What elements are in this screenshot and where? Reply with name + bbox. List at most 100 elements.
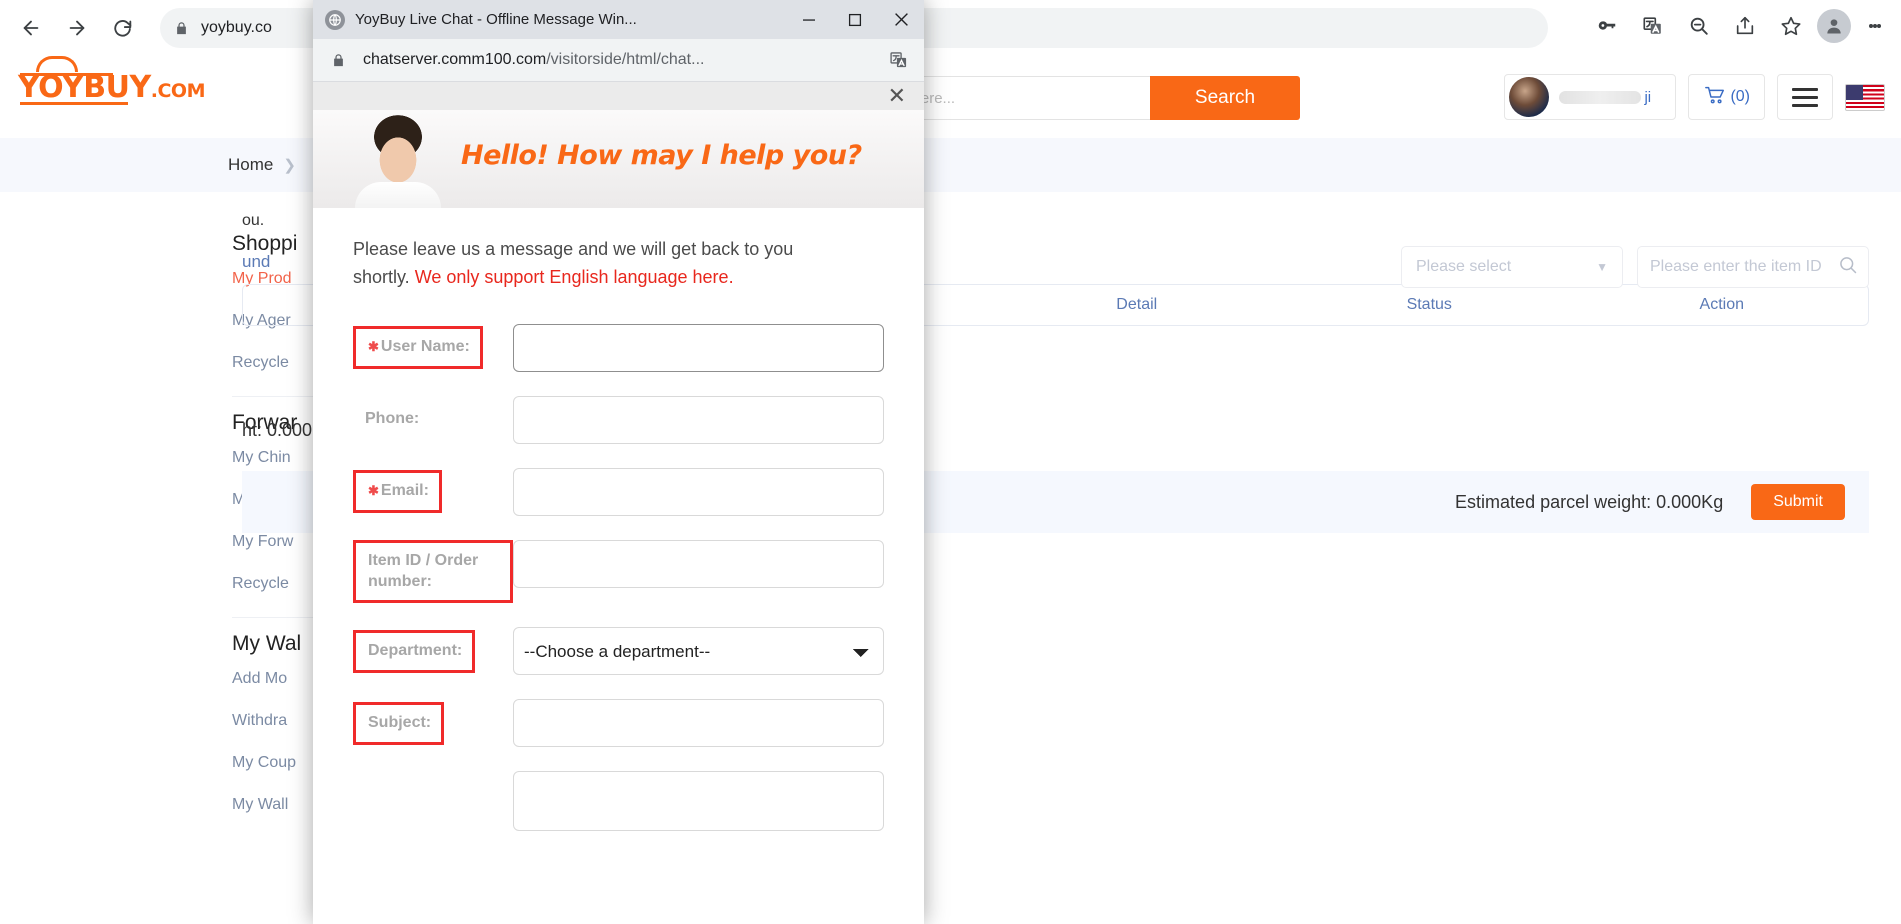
maximize-icon[interactable] — [832, 0, 878, 39]
cart-button[interactable]: (0) — [1688, 74, 1765, 120]
globe-icon — [325, 9, 345, 30]
label-wrap — [353, 771, 513, 819]
close-icon[interactable] — [878, 0, 924, 39]
sidebar: Shoppi My Prod My Ager Recycle Forwar My… — [0, 192, 392, 838]
address-bar-text: yoybuy.co — [201, 19, 272, 36]
popup-close-row: ✕ — [313, 82, 924, 110]
field-row-message — [353, 771, 884, 832]
close-icon[interactable]: ✕ — [888, 85, 906, 107]
required-star-icon: ✱ — [368, 339, 379, 355]
item-id-placeholder: Please enter the item ID — [1650, 258, 1822, 275]
profile-avatar-icon[interactable] — [1817, 9, 1851, 43]
basket-handle-icon — [36, 56, 78, 72]
control-wrap — [513, 323, 884, 372]
user-name: ji — [1559, 89, 1651, 106]
logo-suffix: .COM — [150, 80, 206, 102]
breadcrumb-home[interactable]: Home — [228, 155, 273, 175]
cart-count: (0) — [1730, 88, 1750, 105]
label-wrap: Department: — [353, 627, 513, 675]
phone-input[interactable] — [513, 395, 884, 444]
label-wrap: ✱ User Name: — [353, 324, 513, 372]
reload-icon[interactable] — [102, 7, 144, 49]
translate-icon[interactable] — [1633, 6, 1673, 46]
popup-url-host: chatserver.comm100.com — [363, 51, 547, 68]
intro-line-1: Please leave us a message and we will ge… — [353, 239, 794, 259]
label-wrap: Item ID / Order number: — [353, 539, 513, 604]
item-id-search[interactable]: Please enter the item ID — [1637, 246, 1869, 288]
us-flag-icon[interactable] — [1845, 83, 1885, 111]
back-arrow-icon[interactable] — [10, 7, 52, 49]
intro-red-note: We only support English language here. — [414, 266, 734, 287]
column-action: Action — [1699, 296, 1744, 313]
message-textarea[interactable] — [513, 771, 884, 832]
email-input[interactable] — [513, 467, 884, 516]
share-icon[interactable] — [1725, 6, 1765, 46]
estimated-weight-text: Estimated parcel weight: 0.000Kg — [1455, 491, 1724, 512]
label-wrap: ✱ Email: — [353, 468, 513, 516]
browser-window: yoybuy.co YOYBUY.COM item or keywords he… — [0, 0, 1901, 924]
offline-message-form: Please leave us a message and we will ge… — [313, 208, 924, 924]
submit-button[interactable]: Submit — [1751, 484, 1845, 520]
label-wrap: Phone: — [353, 396, 513, 444]
filters: Please select ▼ Please enter the item ID — [1401, 246, 1869, 288]
user-name-input[interactable] — [513, 323, 884, 372]
control-wrap — [513, 539, 884, 588]
breadcrumb: Home ❯ — [0, 138, 1901, 192]
lock-icon — [174, 21, 189, 36]
status-select[interactable]: Please select ▼ — [1401, 246, 1623, 288]
department-select[interactable]: --Choose a department-- — [513, 627, 884, 676]
popup-address-bar[interactable]: chatserver.comm100.com/visitorside/html/… — [313, 39, 924, 82]
popup-titlebar[interactable]: YoyBuy Live Chat - Offline Message Win..… — [313, 0, 924, 39]
label-wrap: Subject: — [353, 699, 513, 747]
user-account-button[interactable]: ji — [1504, 74, 1677, 120]
popup-url: chatserver.comm100.com/visitorside/html/… — [363, 51, 874, 69]
phone-label: Phone: — [365, 410, 420, 428]
yoybuy-page: YOYBUY.COM Search ji (0) — [0, 56, 1901, 924]
yoybuy-logo[interactable]: YOYBUY.COM — [18, 56, 206, 105]
agent-photo — [349, 112, 447, 208]
bookmark-star-icon[interactable] — [1771, 6, 1811, 46]
search-button[interactable]: Search — [1150, 76, 1300, 120]
minimize-icon[interactable] — [786, 0, 832, 39]
control-wrap — [513, 395, 884, 444]
control-wrap: --Choose a department-- — [513, 627, 884, 676]
kebab-menu-icon[interactable] — [1857, 6, 1893, 46]
field-row-subject: Subject: — [353, 699, 884, 748]
logo-rule-top — [20, 73, 113, 76]
required-star-icon: ✱ — [368, 483, 379, 499]
toolbar-right-icons — [1587, 6, 1893, 46]
logo-rule-bottom — [20, 102, 128, 105]
popup-url-path: /visitorside/html/chat... — [546, 51, 705, 68]
intro-line-2: shortly. — [353, 266, 415, 287]
subject-label: Subject: — [353, 701, 445, 745]
item-id-input[interactable] — [513, 539, 884, 588]
form-intro: Please leave us a message and we will ge… — [353, 236, 853, 292]
control-wrap — [513, 467, 884, 516]
column-status: Status — [1406, 296, 1452, 313]
field-row-item-id: Item ID / Order number: — [353, 539, 884, 604]
lock-icon — [325, 47, 351, 73]
status-select-value: Please select — [1416, 258, 1512, 275]
forward-arrow-icon[interactable] — [56, 7, 98, 49]
column-detail: Detail — [1116, 296, 1158, 313]
navigation-buttons — [0, 7, 144, 49]
window-controls — [786, 0, 924, 39]
field-row-department: Department: --Choose a department-- — [353, 627, 884, 676]
department-label: Department: — [353, 629, 476, 673]
user-name-redacted — [1559, 90, 1642, 104]
search-icon[interactable] — [1838, 255, 1858, 280]
control-wrap — [513, 699, 884, 748]
page-body: Shoppi My Prod My Ager Recycle Forwar My… — [0, 192, 1901, 838]
tab-refund[interactable]: und — [242, 252, 270, 272]
popup-window-title: YoyBuy Live Chat - Offline Message Win..… — [355, 11, 637, 28]
avatar — [1509, 77, 1550, 117]
user-name-suffix: ji — [1644, 88, 1652, 106]
translate-icon[interactable] — [886, 47, 912, 73]
item-id-label: Item ID / Order number: — [353, 539, 513, 604]
email-label: ✱ Email: — [353, 470, 442, 514]
zoom-out-icon[interactable] — [1679, 6, 1719, 46]
password-key-icon[interactable] — [1587, 6, 1627, 46]
subject-input[interactable] — [513, 699, 884, 748]
hamburger-menu-button[interactable] — [1777, 74, 1833, 120]
chevron-down-icon: ▼ — [1596, 260, 1608, 274]
